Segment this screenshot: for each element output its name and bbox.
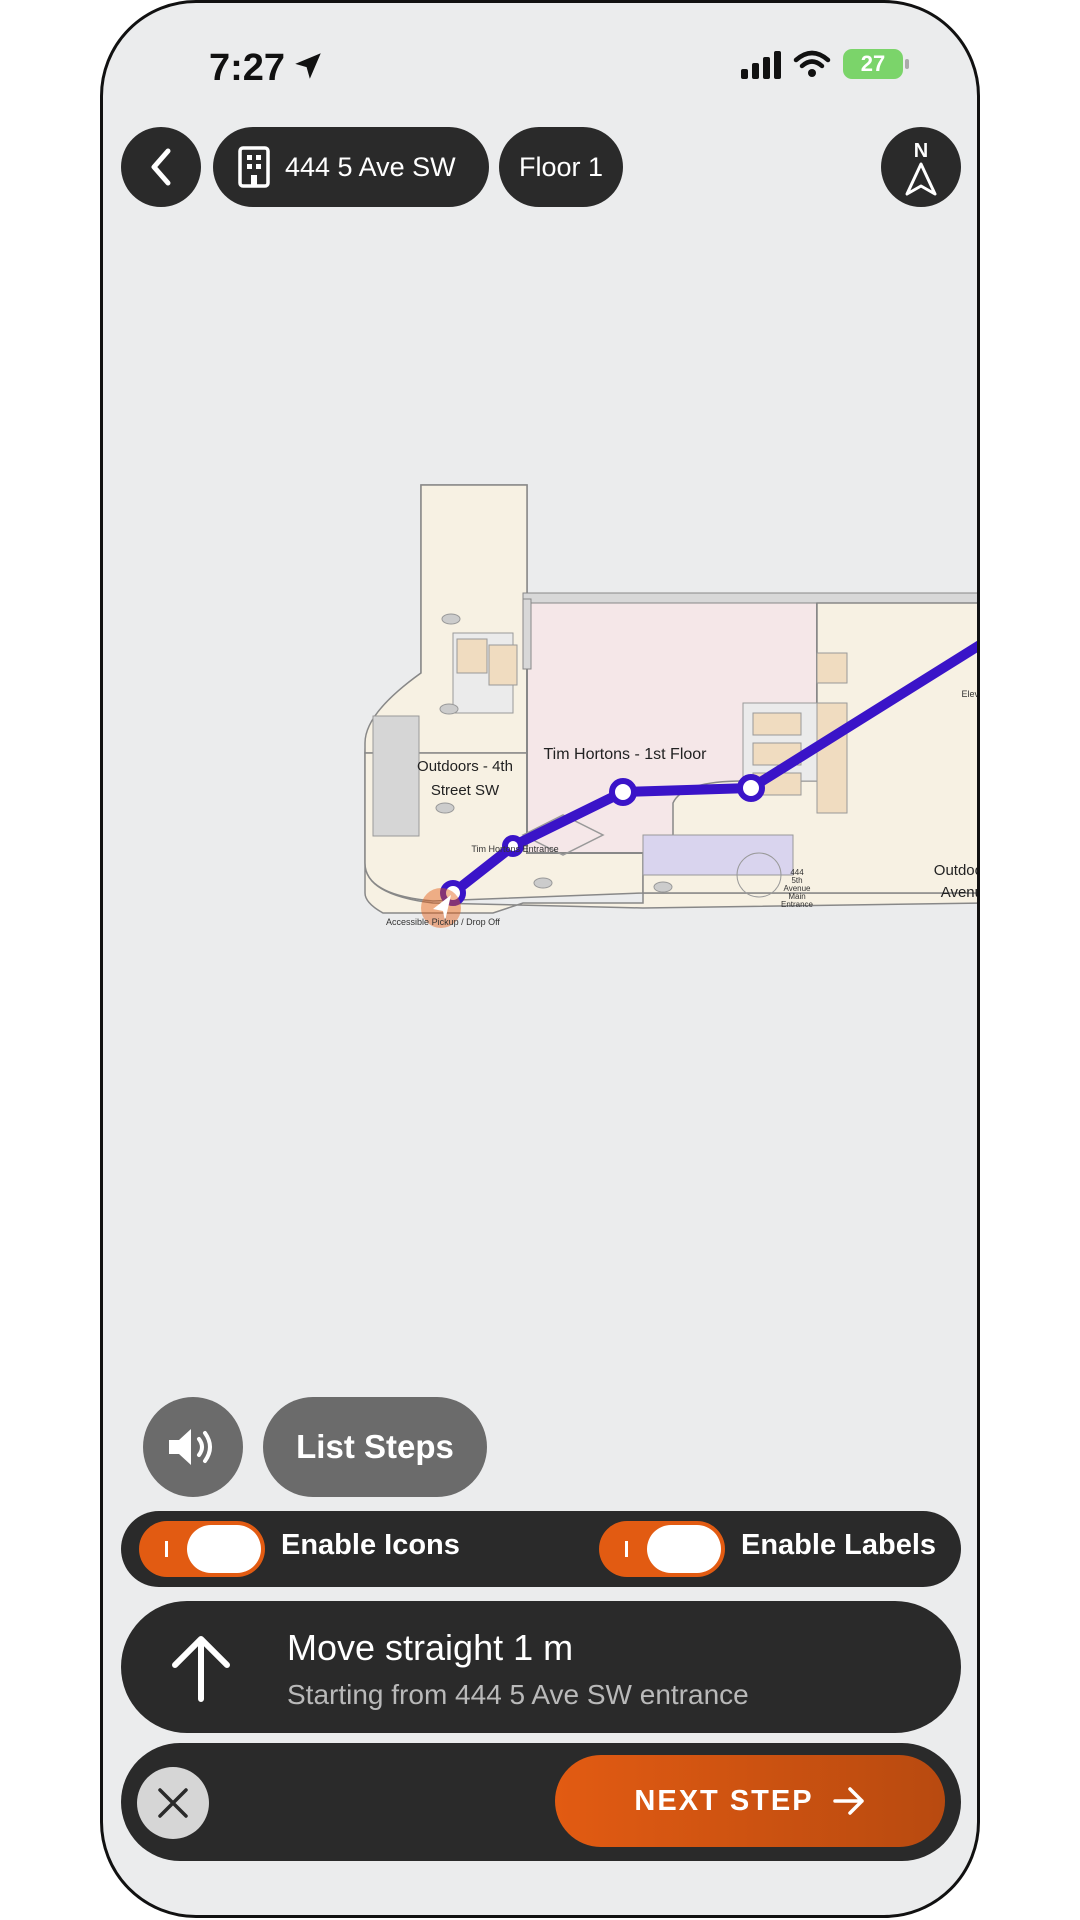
enable-labels-toggle[interactable] — [599, 1521, 725, 1577]
planter-2 — [439, 703, 459, 715]
label-outdoors-ave: Outdoo — [934, 862, 980, 879]
label-accessible-pickup: Accessible Pickup / Drop Off — [386, 917, 500, 927]
step-title: Move straight 1 m — [287, 1627, 574, 1668]
stair-room-2 — [488, 644, 518, 686]
toggle-bar: Enable Icons Enable Labels — [121, 1511, 961, 1587]
route-node-4 — [737, 774, 765, 802]
arrow-up-icon — [172, 1636, 230, 1702]
navigation-arrow-icon — [905, 162, 937, 196]
step-subtitle: Starting from 444 5 Ave SW entrance — [287, 1679, 749, 1710]
status-time: 7:27 — [209, 47, 286, 89]
planter-5 — [653, 881, 673, 893]
building-selector-button[interactable]: 444 5 Ave SW — [213, 127, 489, 207]
planter-4 — [533, 877, 553, 889]
enable-icons-label: Enable Icons — [281, 1529, 460, 1561]
battery-icon: 27 — [843, 49, 909, 79]
label-elevator: Elev — [961, 689, 979, 699]
planter-3 — [435, 802, 455, 814]
enable-labels-label: Enable Labels — [741, 1529, 937, 1561]
main-entrance-area — [642, 834, 794, 876]
battery-level: 27 — [860, 51, 886, 76]
wifi-icon — [793, 50, 831, 77]
label-entrance-5: Entrance — [781, 900, 814, 909]
chevron-left-icon — [151, 148, 171, 186]
stair-room-right — [816, 652, 848, 684]
building-name: 444 5 Ave SW — [285, 151, 456, 182]
building-wall — [522, 592, 977, 604]
close-icon — [158, 1788, 188, 1818]
floor-selector-button[interactable]: Floor 1 — [499, 127, 623, 207]
signal-icon — [741, 49, 781, 79]
speaker-icon — [169, 1429, 212, 1465]
building-icon — [238, 146, 270, 188]
arrow-right-icon — [832, 1787, 864, 1815]
action-bar: NEXT STEP — [121, 1743, 961, 1861]
route-node-3 — [609, 778, 637, 806]
close-button[interactable] — [137, 1767, 209, 1839]
current-step-card: Move straight 1 m Starting from 444 5 Av… — [121, 1601, 961, 1733]
next-step-button[interactable]: NEXT STEP — [555, 1755, 945, 1847]
elevator-bank — [816, 702, 848, 814]
label-street-sw: Street SW — [431, 782, 500, 799]
phone-frame: 7:27 27 444 5 Ave SW Floor 1 N Outdoors … — [100, 0, 980, 1918]
floor-map[interactable]: Outdoors - 4th Street SW Tim Hortons - 1… — [103, 463, 980, 1023]
compass-north-label: N — [913, 140, 929, 162]
label-tim-entrance: Tim Hortons Entrance — [471, 844, 558, 854]
sound-button[interactable] — [143, 1397, 243, 1497]
next-step-label: NEXT STEP — [634, 1784, 814, 1817]
back-button[interactable] — [121, 127, 201, 207]
enable-icons-toggle[interactable] — [139, 1521, 265, 1577]
compass-button[interactable]: N — [881, 127, 961, 207]
label-tim-hortons: Tim Hortons - 1st Floor — [544, 746, 708, 763]
building-wall-left — [522, 598, 532, 670]
planter-1 — [441, 613, 461, 625]
label-outdoors-4th: Outdoors - 4th — [417, 758, 513, 775]
elevator-1 — [752, 712, 802, 736]
label-avenue: Avenu — [941, 884, 980, 901]
stair-room-1 — [456, 638, 488, 674]
list-steps-button[interactable]: List Steps — [263, 1397, 487, 1497]
bike-rack — [372, 715, 420, 837]
floor-label: Floor 1 — [518, 151, 604, 182]
status-bar: 7:27 27 — [103, 39, 977, 99]
location-arrow-icon — [295, 53, 321, 79]
